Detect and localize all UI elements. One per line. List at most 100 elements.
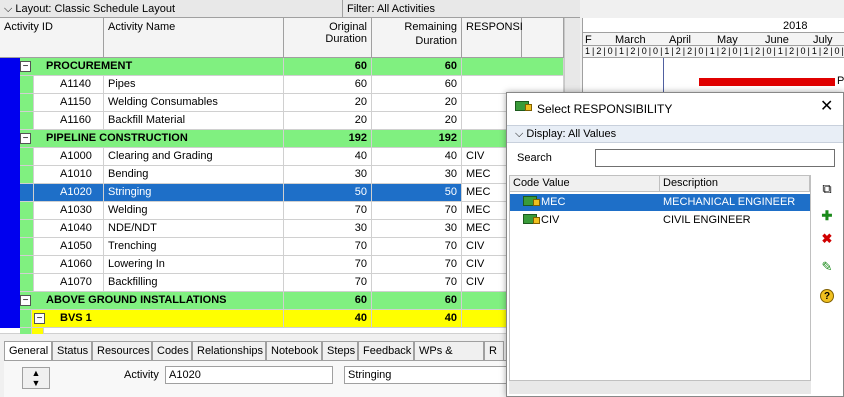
description-cell: MECHANICAL ENGINEER bbox=[663, 196, 796, 208]
remaining-duration-cell: 40 bbox=[372, 148, 462, 165]
gantt-month: F bbox=[585, 34, 592, 46]
code-value-cell: CIV bbox=[520, 212, 660, 229]
activity-row[interactable]: A1140 Pipes 60 60 bbox=[0, 76, 580, 94]
activity-id-cell: A1060 bbox=[34, 256, 104, 273]
original-duration-cell: 70 bbox=[284, 256, 372, 273]
column-header-description[interactable]: Description bbox=[660, 176, 810, 192]
code-value-text: MEC bbox=[541, 196, 566, 208]
remaining-duration-line2: Duration bbox=[415, 35, 457, 47]
display-options-dropdown[interactable]: ⌵ Display: All Values bbox=[507, 125, 843, 143]
responsibility-cell bbox=[462, 58, 564, 75]
gantt-activity-bar[interactable] bbox=[699, 78, 835, 86]
row-indent bbox=[20, 274, 34, 291]
collapse-icon[interactable]: − bbox=[20, 295, 31, 306]
collapse-icon[interactable]: − bbox=[20, 133, 31, 144]
gantt-month-row: F March April May June July bbox=[583, 32, 844, 46]
collapse-icon[interactable]: − bbox=[20, 61, 31, 72]
tab-feedback[interactable]: Feedback bbox=[358, 341, 414, 361]
activity-row[interactable] bbox=[0, 328, 580, 334]
filter-label[interactable]: Filter: All Activities bbox=[342, 0, 439, 18]
activity-id-cell: A1160 bbox=[34, 112, 104, 129]
activity-name-cell: Bending bbox=[104, 166, 284, 183]
activity-row[interactable]: A1030 Welding 70 70 MEC bbox=[0, 202, 580, 220]
activity-name-cell: Welding Consumables bbox=[104, 94, 284, 111]
assign-code-icon[interactable]: ⧉ bbox=[817, 179, 837, 199]
activity-name-cell: Backfilling bbox=[104, 274, 284, 291]
column-header-original-duration[interactable]: Original Duration bbox=[284, 18, 372, 58]
tab-resources[interactable]: Resources bbox=[92, 341, 152, 361]
activity-id-cell: A1020 bbox=[34, 184, 104, 201]
activity-name-field[interactable]: Stringing bbox=[344, 366, 508, 384]
original-duration-cell: 60 bbox=[284, 58, 372, 75]
gantt-bar-label: Pi bbox=[837, 75, 844, 87]
wbs-row[interactable]: ABOVE GROUND INSTALLATIONS 60 60− bbox=[0, 292, 580, 310]
tab-r[interactable]: R bbox=[484, 341, 504, 361]
remaining-duration-line1: Remaining bbox=[404, 21, 457, 33]
tab-relationships[interactable]: Relationships bbox=[192, 341, 266, 361]
code-value-row[interactable]: CIV CIVIL ENGINEER bbox=[510, 212, 810, 229]
activity-name-cell: Pipes bbox=[104, 76, 284, 93]
row-indent bbox=[20, 76, 34, 93]
wbs-row[interactable]: PIPELINE CONSTRUCTION 192 192− bbox=[0, 130, 580, 148]
code-value-row[interactable]: MEC MECHANICAL ENGINEER bbox=[510, 194, 810, 211]
tab-wps-docs[interactable]: WPs & Docs bbox=[414, 341, 484, 375]
activity-row[interactable]: A1020 Stringing 50 50 MEC bbox=[0, 184, 580, 202]
close-icon[interactable]: ✕ bbox=[820, 99, 833, 115]
remaining-duration-cell: 50 bbox=[372, 184, 462, 201]
activity-name-cell: Stringing bbox=[104, 184, 284, 201]
column-header-activity-id[interactable]: Activity ID bbox=[0, 18, 104, 58]
wbs-row[interactable]: PROCUREMENT 60 60− bbox=[0, 58, 580, 76]
remaining-duration-cell: 192 bbox=[372, 130, 462, 147]
collapse-icon[interactable]: − bbox=[34, 313, 45, 324]
dialog-horizontal-scrollbar[interactable] bbox=[509, 380, 811, 394]
layout-bar: ⌵ Layout: Classic Schedule Layout Filter… bbox=[0, 0, 580, 18]
wbs-name: PIPELINE CONSTRUCTION bbox=[20, 130, 284, 147]
activity-row[interactable]: A1040 NDE/NDT 30 30 MEC bbox=[0, 220, 580, 238]
code-value-grid: Code Value Description MEC MECHANICAL ENG… bbox=[509, 175, 811, 381]
activity-row[interactable]: A1070 Backfilling 70 70 CIV bbox=[0, 274, 580, 292]
column-header-responsibility[interactable]: RESPONSIB bbox=[462, 18, 530, 58]
delete-icon[interactable]: ✖ bbox=[817, 229, 837, 249]
activity-row[interactable]: A1060 Lowering In 70 70 CIV bbox=[0, 256, 580, 274]
activity-id-cell: A1000 bbox=[34, 148, 104, 165]
activity-row[interactable]: A1010 Bending 30 30 MEC bbox=[0, 166, 580, 184]
original-duration-cell: 192 bbox=[284, 130, 372, 147]
remaining-duration-cell: 20 bbox=[372, 112, 462, 129]
dialog-title: Select RESPONSIBILITY bbox=[537, 102, 673, 116]
search-label: Search bbox=[517, 152, 552, 164]
tab-notebook[interactable]: Notebook bbox=[266, 341, 322, 361]
help-icon[interactable]: ? bbox=[817, 285, 837, 305]
activity-row[interactable]: A1050 Trenching 70 70 CIV bbox=[0, 238, 580, 256]
tab-codes[interactable]: Codes bbox=[152, 341, 192, 361]
tab-status[interactable]: Status bbox=[52, 341, 92, 361]
tab-steps[interactable]: Steps bbox=[322, 341, 358, 361]
original-duration-cell: 40 bbox=[284, 310, 372, 327]
add-icon[interactable]: ✚ bbox=[817, 206, 837, 226]
gantt-month: May bbox=[717, 34, 738, 46]
row-indent bbox=[20, 184, 34, 201]
wbs-name: BVS 1 bbox=[20, 310, 284, 327]
navigate-updown-button[interactable]: ▲ ▼ bbox=[22, 367, 50, 389]
tab-general[interactable]: General bbox=[4, 341, 52, 361]
activity-row[interactable]: A1150 Welding Consumables 20 20 bbox=[0, 94, 580, 112]
column-header-activity-name[interactable]: Activity Name bbox=[104, 18, 284, 58]
column-header-code-value[interactable]: Code Value bbox=[510, 176, 660, 192]
row-indent bbox=[20, 328, 32, 334]
search-input[interactable] bbox=[595, 149, 835, 167]
code-value-icon bbox=[523, 196, 540, 207]
layout-dropdown[interactable]: ⌵ Layout: Classic Schedule Layout bbox=[4, 3, 175, 16]
dialog-title-bar[interactable]: Select RESPONSIBILITY ✕ bbox=[507, 93, 843, 123]
arrow-up-icon: ▲ bbox=[31, 368, 41, 378]
activity-row[interactable]: A1160 Backfill Material 20 20 bbox=[0, 112, 580, 130]
wbs-row[interactable]: BVS 1 40 40− bbox=[0, 310, 580, 328]
edit-code-icon[interactable]: ✎ bbox=[817, 257, 837, 277]
activity-row[interactable]: A1000 Clearing and Grading 40 40 CIV bbox=[0, 148, 580, 166]
activity-detail-panel: ▲ ▼ Activity A1020 Stringing bbox=[4, 360, 508, 397]
activity-id-field[interactable]: A1020 bbox=[165, 366, 333, 384]
activity-id-cell: A1070 bbox=[34, 274, 104, 291]
column-header-remaining-duration[interactable]: Remaining Duration bbox=[372, 18, 462, 58]
responsibility-cell bbox=[462, 76, 564, 93]
remaining-duration-cell: 60 bbox=[372, 292, 462, 309]
original-duration-cell: 70 bbox=[284, 238, 372, 255]
activity-id-cell: A1140 bbox=[34, 76, 104, 93]
